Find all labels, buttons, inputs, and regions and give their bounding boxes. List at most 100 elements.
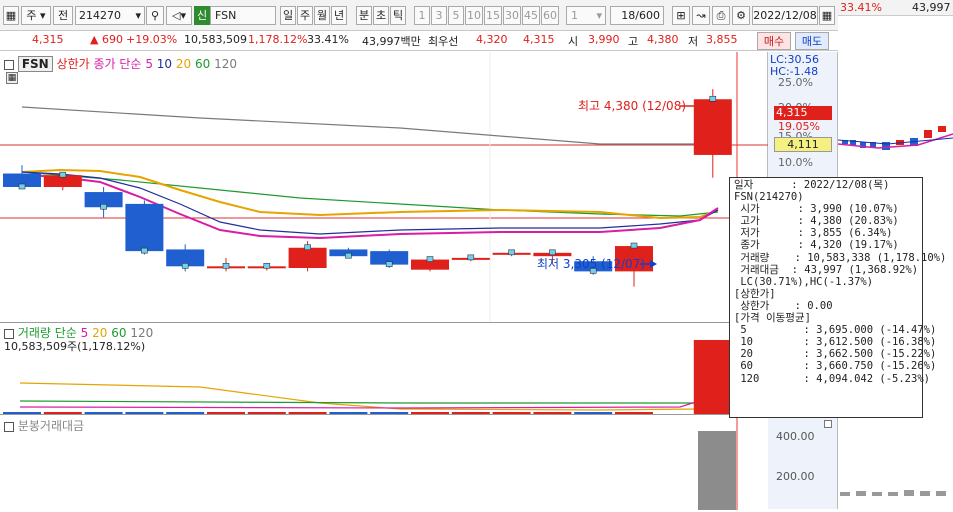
stock-name-field[interactable]: FSN: [210, 6, 276, 25]
date-field[interactable]: 2022/12/08: [752, 6, 818, 25]
turnover-pct: 33.41%: [307, 33, 349, 46]
tooltip-line: 시가 : 3,990 (10.07%): [734, 203, 899, 216]
price-change-pct: +19.03%: [126, 33, 178, 46]
quote-bar: 4,315 ▲ 690 +19.03% 10,583,509 1,178.12%…: [0, 31, 838, 51]
adjacent-header: 33.41% 43,997: [838, 0, 953, 16]
close-marker: [263, 263, 271, 269]
tooltip-line: 20 : 3,662.500 (-15.22%): [734, 348, 937, 361]
interval-15[interactable]: 15: [484, 6, 502, 25]
toolbar: ▦ 주 ▾ 전 214270 ▾ ⚲ ◁▾ 신 FSN 일 주 월 년 분 초 틱…: [0, 0, 838, 31]
adjacent-volume: [838, 470, 953, 509]
tab-second[interactable]: 초: [373, 6, 389, 25]
layout-icon[interactable]: ▦: [3, 6, 19, 25]
chevron-down-icon[interactable]: ▾: [135, 7, 141, 24]
interval-45[interactable]: 45: [522, 6, 540, 25]
close-marker: [508, 249, 515, 256]
sell-button[interactable]: 매도: [795, 32, 829, 50]
vol-ma60-line: [19, 400, 700, 404]
stock-code-input[interactable]: 214270 ▾: [75, 6, 145, 25]
calendar-icon[interactable]: ▦: [819, 6, 835, 25]
tab-tick[interactable]: 틱: [390, 6, 406, 25]
tooltip-line: 10 : 3,612.500 (-16.38%): [734, 336, 937, 349]
scroll-box[interactable]: [824, 420, 832, 428]
stock-code-value: 214270: [79, 9, 121, 22]
low-annotation: 최저 3,305 (12/07): [537, 257, 645, 271]
price-change: ▲ 690: [90, 33, 123, 46]
tooltip-line: [가격 이동평균]: [734, 312, 811, 325]
tooltip-line: LC(30.71%),HC(-1.37%): [734, 275, 874, 288]
current-price-marker: 4,315: [774, 106, 832, 120]
low-value: 3,855: [706, 33, 738, 46]
print-icon[interactable]: ⎙: [712, 6, 730, 25]
amount-plot: [698, 415, 738, 510]
close-marker: [345, 252, 352, 259]
buy-button[interactable]: 매수: [757, 32, 791, 50]
current-price: 4,315: [32, 33, 64, 46]
best-ask-value: 4,320: [476, 33, 508, 46]
volume-value: 10,583,509: [184, 33, 247, 46]
volume-plot: [3, 323, 738, 415]
page-counter: 18/600: [610, 6, 664, 25]
interval-60[interactable]: 60: [541, 6, 559, 25]
interval-30[interactable]: 30: [503, 6, 521, 25]
close-marker: [100, 203, 107, 210]
open-label: 시: [568, 35, 579, 48]
tooltip-line: 120 : 4,094.042 (-5.23%): [734, 372, 930, 385]
amount-tick-400: 400.00: [776, 430, 815, 443]
price-chart[interactable]: FSN 상한가 종가 단순 5 10 20 60 120 ▦ 최고 4,380 …: [0, 52, 768, 322]
trade-amount: 43,997백만: [362, 35, 421, 48]
volume-chart[interactable]: 거래량 단순 5 20 60 120 10,583,509주(1,178.12%…: [0, 322, 768, 415]
interval-3[interactable]: 3: [431, 6, 447, 25]
tool-icon[interactable]: ↝: [692, 6, 710, 25]
tab-year[interactable]: 년: [331, 6, 347, 25]
candle-body: [288, 247, 327, 268]
gear-icon[interactable]: ⚙: [732, 6, 750, 25]
close-marker: [222, 263, 230, 269]
tooltip-line: 종가 : 4,320 (19.17%): [734, 239, 899, 252]
tooltip-line: 고가 : 4,380 (20.83%): [734, 215, 899, 228]
close-marker: [630, 242, 638, 249]
adjacent-chart: [838, 126, 953, 150]
volume-bar: [693, 339, 732, 415]
volume-pct: 1,178.12%: [248, 33, 308, 46]
adjacent-pct: 33.41%: [840, 1, 882, 14]
high-annotation: 최고 4,380 (12/08): [578, 99, 686, 113]
close-marker: [59, 171, 67, 178]
tooltip-line: FSN(214270): [734, 191, 804, 204]
close-marker: [385, 261, 393, 267]
data-tooltip: 일자 : 2022/12/08(목) FSN(214270) 시가 : 3,990…: [729, 177, 947, 418]
grid-icon[interactable]: ⊞: [672, 6, 690, 25]
tooltip-line: 5 : 3,695.000 (-14.47%): [734, 324, 937, 337]
period-code-select[interactable]: 주 ▾: [21, 6, 51, 25]
interval-count-select[interactable]: 1 ▾: [566, 6, 606, 25]
amount-scale: 400.00 200.00: [768, 420, 838, 509]
amount-tick-200: 200.00: [776, 470, 815, 483]
tab-minute[interactable]: 분: [356, 6, 372, 25]
credit-badge: 신: [194, 6, 210, 25]
low-arrowhead: [650, 260, 657, 268]
close-marker: [426, 256, 434, 262]
amount-chart[interactable]: 분봉거래대금: [0, 414, 768, 510]
low-label: 저: [688, 35, 699, 48]
close-marker: [709, 95, 717, 102]
tooltip-line: 일자 : 2022/12/08(목): [734, 179, 890, 191]
search-icon[interactable]: ⚲: [146, 6, 164, 25]
tooltip-line: 60 : 3,660.750 (-15.26%): [734, 360, 937, 373]
prev-button[interactable]: 전: [53, 6, 73, 25]
tick-25: 25.0%: [778, 76, 813, 89]
reference-price-marker: 4,111: [774, 137, 832, 152]
sound-icon[interactable]: ◁▾: [166, 6, 192, 25]
interval-1[interactable]: 1: [414, 6, 430, 25]
tab-month[interactable]: 월: [314, 6, 330, 25]
amount-bar: [698, 431, 736, 510]
tab-week[interactable]: 주: [297, 6, 313, 25]
tooltip-line: 상한가 : 0.00: [734, 299, 833, 312]
close-marker: [467, 254, 475, 261]
best-bid-value: 4,315: [523, 33, 555, 46]
tab-day[interactable]: 일: [280, 6, 296, 25]
high-label: 고: [628, 35, 639, 48]
tooltip-line: 거래량 : 10,583,338 (1,178.10%): [734, 251, 947, 264]
adjacent-value: 43,997: [912, 1, 951, 14]
interval-10[interactable]: 10: [465, 6, 483, 25]
interval-5[interactable]: 5: [448, 6, 464, 25]
